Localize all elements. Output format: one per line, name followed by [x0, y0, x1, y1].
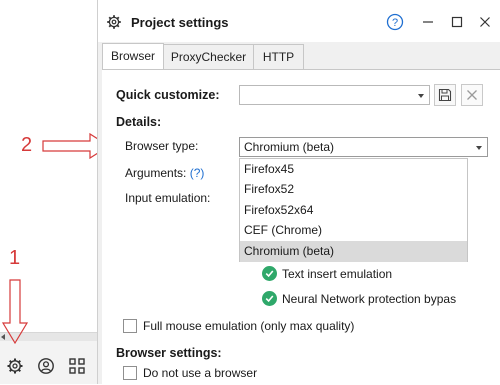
arguments-help-link[interactable]: (?)	[190, 166, 205, 180]
option-chromium-beta[interactable]: Chromium (beta)	[240, 241, 467, 262]
browser-settings-label: Browser settings:	[116, 346, 222, 360]
neural-network-bypass-check[interactable]: Neural Network protection bypas	[262, 291, 456, 306]
text-insert-emulation-check[interactable]: Text insert emulation	[262, 266, 392, 281]
help-button[interactable]: ?	[385, 12, 405, 32]
delete-preset-button[interactable]	[461, 84, 483, 106]
browser-type-select[interactable]: Chromium (beta)	[239, 137, 488, 157]
tab-http[interactable]: HTTP	[253, 44, 304, 69]
title-bar[interactable]: Project settings ?	[98, 0, 500, 42]
checkbox-box[interactable]	[123, 366, 137, 380]
delete-x-icon	[467, 90, 477, 100]
maximize-icon	[451, 16, 463, 28]
option-firefox52x64[interactable]: Firefox52x64	[240, 200, 467, 221]
tab-browser[interactable]: Browser	[102, 43, 164, 70]
arguments-label: Arguments: (?)	[125, 166, 205, 180]
quick-customize-label: Quick customize:	[116, 88, 220, 102]
user-icon[interactable]	[37, 357, 55, 375]
dialog-title: Project settings	[131, 15, 229, 30]
browser-type-dropdown-list: Firefox45 Firefox52 Firefox52x64 CEF (Ch…	[239, 158, 468, 262]
text-insert-emulation-label: Text insert emulation	[282, 266, 393, 281]
gear-icon[interactable]	[6, 357, 24, 375]
project-settings-dialog: Project settings ? Browser ProxyChecker …	[97, 0, 500, 385]
save-icon	[438, 88, 452, 102]
full-mouse-emulation-label: Full mouse emulation (only max quality)	[143, 319, 355, 333]
no-browser-checkbox[interactable]: Do not use a browser	[123, 366, 257, 380]
full-mouse-emulation-checkbox[interactable]: Full mouse emulation (only max quality)	[123, 319, 354, 333]
checkbox-box[interactable]	[123, 319, 137, 333]
close-icon	[480, 17, 490, 27]
save-preset-button[interactable]	[434, 84, 456, 106]
input-emulation-label: Input emulation:	[125, 191, 211, 205]
minimize-icon	[423, 21, 433, 23]
no-browser-label: Do not use a browser	[143, 366, 258, 380]
minimize-button[interactable]	[418, 12, 438, 32]
tab-proxychecker[interactable]: ProxyChecker	[163, 44, 254, 69]
neural-network-bypass-label: Neural Network protection bypas	[282, 291, 457, 306]
option-firefox52[interactable]: Firefox52	[240, 179, 467, 200]
details-label: Details:	[116, 115, 162, 129]
option-firefox45[interactable]: Firefox45	[240, 159, 467, 180]
annotation-number-2: 2	[21, 134, 33, 156]
chevron-down-icon	[418, 94, 424, 98]
browser-type-label: Browser type:	[125, 139, 199, 153]
check-circle-icon	[262, 291, 277, 306]
close-button[interactable]	[475, 12, 495, 32]
maximize-button[interactable]	[447, 12, 467, 32]
chevron-down-icon	[476, 146, 482, 150]
option-cef-chrome[interactable]: CEF (Chrome)	[240, 220, 467, 241]
svg-text:?: ?	[392, 17, 398, 29]
annotation-arrow-down-icon	[1, 279, 29, 345]
help-circle-icon: ?	[386, 13, 404, 31]
check-circle-icon	[262, 266, 277, 281]
quick-customize-select[interactable]	[239, 85, 430, 105]
settings-gear-icon	[107, 15, 121, 29]
grid-icon[interactable]	[68, 357, 86, 375]
annotation-number-1: 1	[9, 247, 21, 269]
